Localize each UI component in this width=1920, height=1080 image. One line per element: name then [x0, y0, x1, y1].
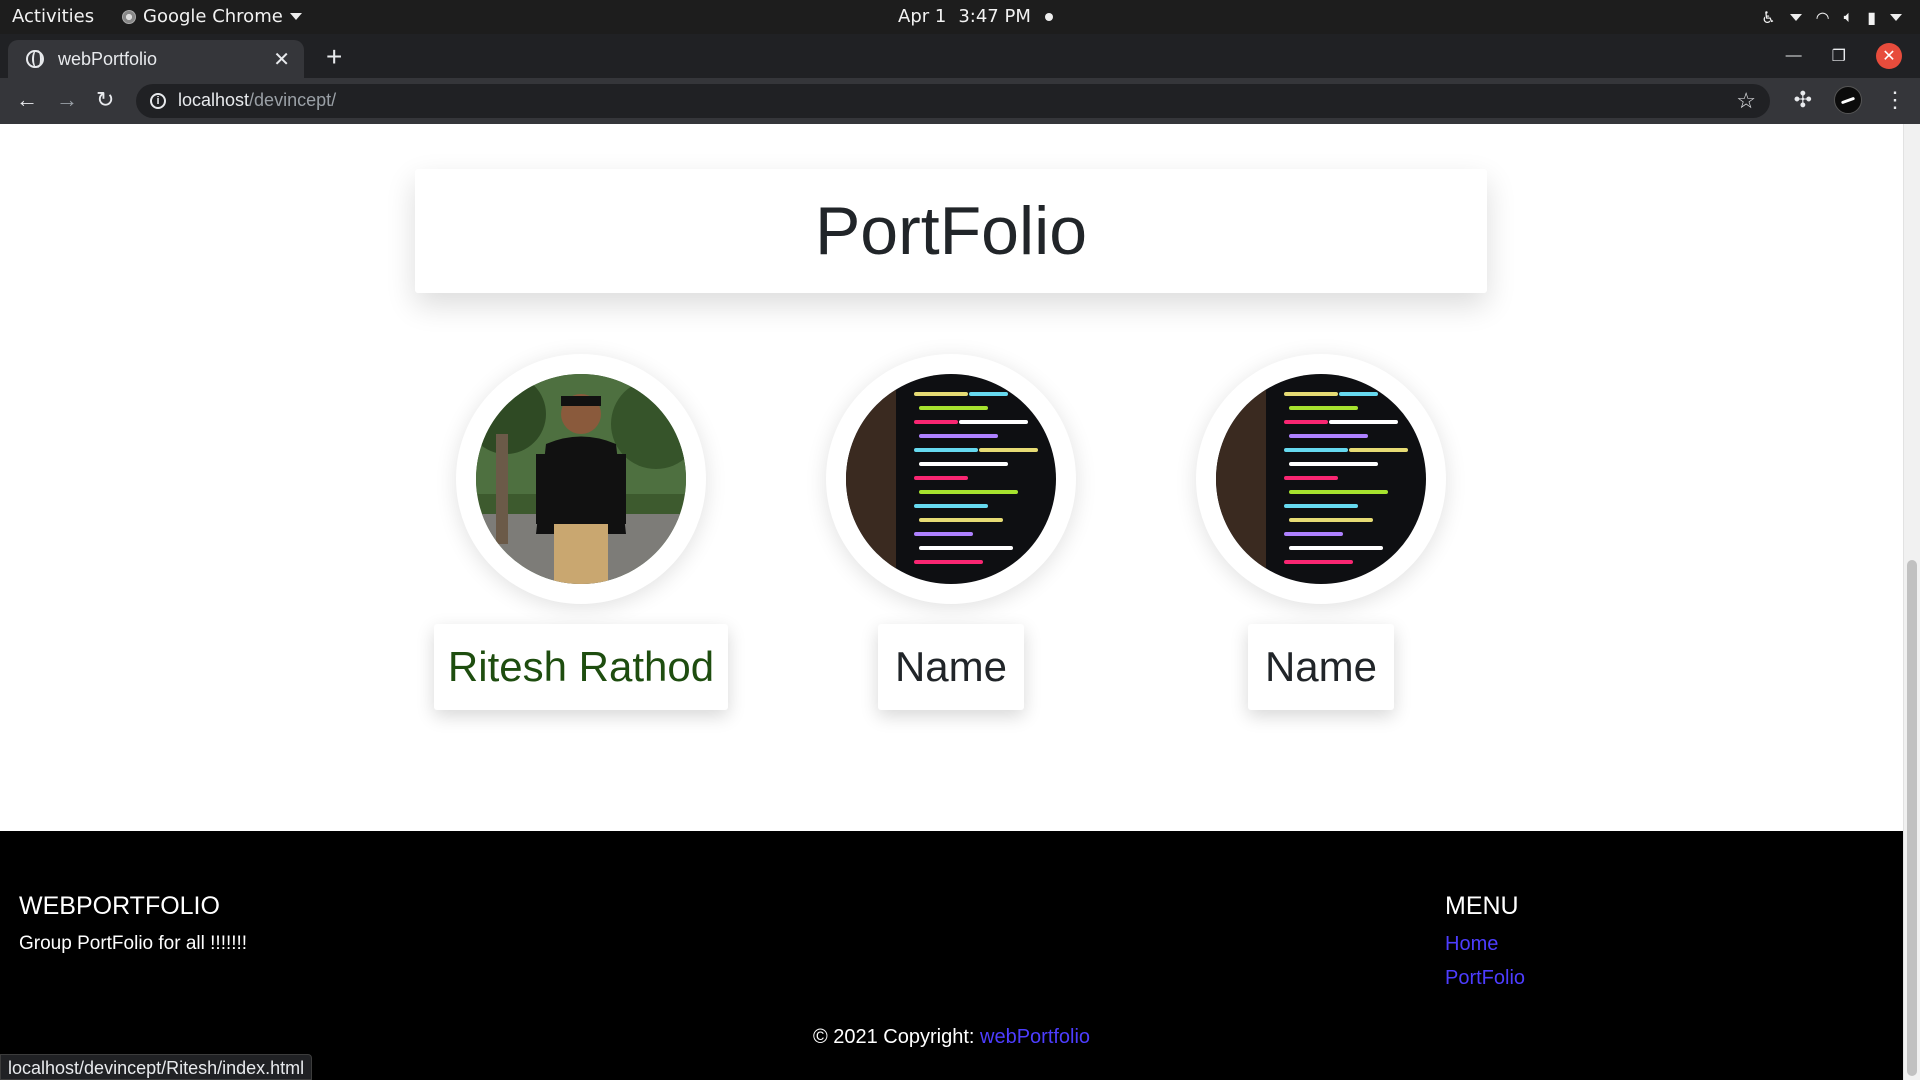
footer-description: Group PortFolio for all !!!!!!! — [19, 933, 248, 954]
new-tab-button[interactable]: + — [326, 43, 342, 71]
volume-icon: 🔈︎ — [1843, 7, 1854, 26]
bookmark-star-icon[interactable]: ☆ — [1736, 88, 1756, 114]
heading-card: PortFolio — [415, 169, 1487, 293]
avatar[interactable] — [1216, 374, 1426, 584]
url-path: /devincept/ — [249, 90, 337, 110]
app-name: Google Chrome — [143, 6, 283, 27]
system-tray[interactable]: ♿ ◠ 🔈︎ ▮ — [1761, 7, 1902, 27]
clock[interactable]: Apr 1 3:47 PM — [898, 6, 1053, 27]
date: Apr 1 — [898, 6, 947, 27]
chevron-down-icon — [289, 13, 302, 20]
footer-link-portfolio[interactable]: PortFolio — [1445, 967, 1525, 990]
activities-button[interactable]: Activities — [12, 6, 94, 27]
copyright: © 2021 Copyright: webPortfolio — [0, 1026, 1903, 1049]
globe-icon — [26, 50, 44, 68]
footer: WEBPORTFOLIO Group PortFolio for all !!!… — [0, 831, 1903, 1080]
close-window-icon[interactable]: ✕ — [1876, 43, 1902, 69]
link-status-tooltip: localhost/devincept/Ritesh/index.html — [0, 1054, 313, 1080]
member-name: Name — [894, 643, 1008, 690]
browser-toolbar: ← → ↻ i localhost/devincept/ ☆ ✣ ⋮ — [0, 78, 1920, 124]
toolbar-actions: ✣ ⋮ — [1794, 86, 1906, 114]
page-scrollbar[interactable] — [1903, 124, 1920, 1080]
footer-link-home[interactable]: Home — [1445, 933, 1525, 956]
close-icon[interactable]: ✕ — [273, 47, 290, 72]
avatar[interactable] — [846, 374, 1056, 584]
chevron-down-icon — [1890, 13, 1902, 21]
member-name: Ritesh Rathod — [447, 643, 715, 690]
more-menu-icon[interactable]: ⋮ — [1884, 87, 1906, 113]
wifi-icon: ◠ — [1815, 7, 1830, 27]
profile-avatar[interactable] — [1834, 86, 1862, 114]
member-name: Name — [1264, 643, 1378, 690]
system-top-bar: Activities Google Chrome Apr 1 3:47 PM ♿… — [0, 0, 1920, 34]
person-photo — [476, 374, 686, 584]
footer-menu-title: MENU — [1445, 892, 1519, 920]
avatar-ring — [826, 354, 1076, 604]
forward-icon[interactable]: → — [56, 86, 78, 114]
copyright-text: © 2021 Copyright: — [812, 1026, 975, 1048]
member-name-card[interactable]: Name — [878, 624, 1024, 710]
chevron-down-icon — [1789, 13, 1802, 21]
tab-strip: webPortfolio ✕ + — ❐ ✕ — [0, 34, 1920, 78]
app-menu[interactable]: Google Chrome — [122, 6, 302, 27]
page-viewport: PortFolio Ritesh Rathod Name Name WEBPOR… — [0, 124, 1903, 1080]
member-name-card[interactable]: Ritesh Rathod — [434, 624, 728, 710]
footer-brand: WEBPORTFOLIO — [19, 892, 220, 921]
footer-menu: MENU Home PortFolio — [1445, 892, 1525, 990]
tab-webportfolio[interactable]: webPortfolio ✕ — [8, 40, 304, 78]
minimize-icon[interactable]: — — [1786, 47, 1802, 65]
info-icon[interactable]: i — [150, 93, 166, 109]
copyright-link[interactable]: webPortfolio — [980, 1026, 1090, 1048]
page-title: PortFolio — [814, 193, 1088, 269]
avatar-ring — [1196, 354, 1446, 604]
url-host: localhost — [178, 90, 250, 110]
extensions-icon[interactable]: ✣ — [1794, 87, 1812, 113]
restore-icon[interactable]: ❐ — [1832, 46, 1846, 66]
footer-brand-title: WEBPORTFOLIO — [19, 892, 220, 920]
code-screen-photo — [846, 374, 1056, 584]
back-icon[interactable]: ← — [16, 86, 38, 114]
code-screen-photo — [1216, 374, 1426, 584]
avatar-ring — [456, 354, 706, 604]
member-name-card[interactable]: Name — [1248, 624, 1394, 710]
reload-icon[interactable]: ↻ — [96, 86, 114, 114]
notification-dot-icon — [1044, 12, 1053, 21]
window-controls: — ❐ ✕ — [1786, 34, 1920, 78]
scrollbar-thumb[interactable] — [1907, 560, 1917, 1076]
accessibility-icon[interactable]: ♿ — [1761, 8, 1775, 27]
address-bar[interactable]: i localhost/devincept/ ☆ — [136, 84, 1770, 118]
avatar[interactable] — [476, 374, 686, 584]
chrome-icon — [122, 9, 136, 24]
time: 3:47 PM — [958, 6, 1031, 27]
tab-title: webPortfolio — [58, 48, 158, 69]
url-text[interactable]: localhost/devincept/ — [178, 90, 336, 111]
battery-icon: ▮ — [1867, 7, 1876, 27]
